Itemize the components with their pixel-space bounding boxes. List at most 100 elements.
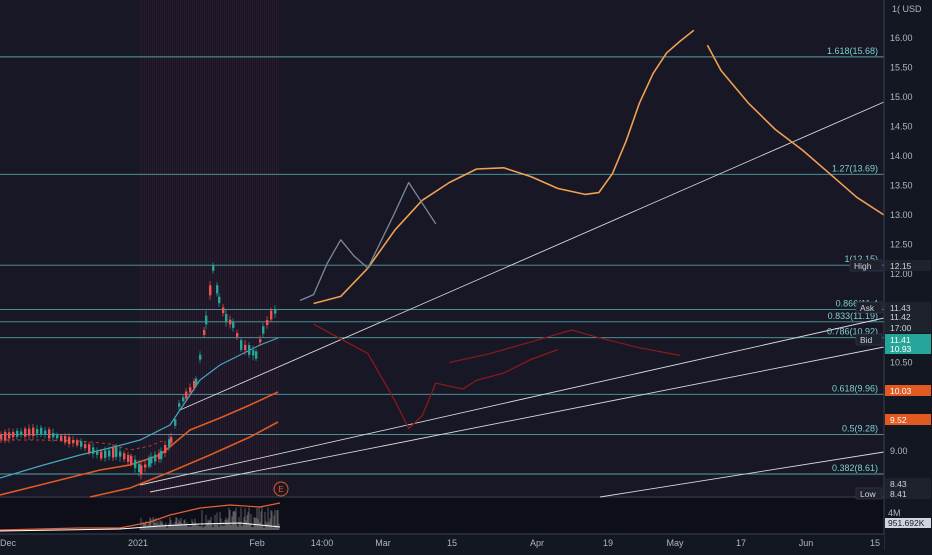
history-stripe xyxy=(156,0,157,497)
candle-body xyxy=(8,432,11,439)
history-stripe xyxy=(216,0,217,497)
history-stripe xyxy=(264,0,265,497)
history-stripe xyxy=(240,0,241,497)
y-tick-label: 14.00 xyxy=(890,151,913,161)
candle-body xyxy=(160,450,163,460)
candle-body xyxy=(205,315,208,325)
badge-value: 11.42 xyxy=(890,312,911,322)
candle-body xyxy=(259,339,262,343)
y-tick-label: 15.50 xyxy=(890,63,913,73)
y-tick-label: 14.50 xyxy=(890,122,913,132)
candle-body xyxy=(4,431,7,441)
candle-body xyxy=(115,447,118,457)
candle-body xyxy=(195,378,198,386)
history-stripe xyxy=(204,0,205,497)
history-stripe xyxy=(202,0,203,497)
candle-body xyxy=(140,465,143,475)
history-stripe xyxy=(186,0,187,497)
history-stripe xyxy=(260,0,261,497)
candle-body xyxy=(150,456,153,464)
event-marker-label: E xyxy=(278,485,283,494)
history-stripe xyxy=(230,0,231,497)
x-tick-label: 14:00 xyxy=(311,538,334,548)
chart-svg[interactable]: 1.618(15.68)1.27(13.69)1(12.15)0.866(11.… xyxy=(0,0,932,550)
candle-body xyxy=(108,450,111,457)
history-stripe xyxy=(152,0,153,497)
history-stripe xyxy=(162,0,163,497)
candle-body xyxy=(270,310,273,320)
candle-body xyxy=(262,326,265,334)
candle-body xyxy=(274,309,277,314)
history-stripe xyxy=(226,0,227,497)
history-stripe xyxy=(220,0,221,497)
candle-body xyxy=(170,437,173,443)
candle-body xyxy=(48,429,51,439)
x-tick-label: Apr xyxy=(530,538,544,548)
candle-body xyxy=(127,454,130,462)
candle-body xyxy=(130,455,133,465)
candle-body xyxy=(36,429,39,434)
x-tick-label: 17 xyxy=(736,538,746,548)
history-stripe xyxy=(200,0,201,497)
history-stripe xyxy=(248,0,249,497)
candle-body xyxy=(72,439,75,444)
history-stripe xyxy=(262,0,263,497)
fib-label: 0.618(9.96) xyxy=(832,383,878,393)
history-stripe xyxy=(154,0,155,497)
badge-value: 17:00 xyxy=(890,323,912,333)
history-stripe xyxy=(158,0,159,497)
candle-body xyxy=(174,419,177,426)
history-stripe xyxy=(218,0,219,497)
history-stripe xyxy=(184,0,185,497)
candle-body xyxy=(12,431,15,438)
history-stripe xyxy=(256,0,257,497)
history-stripe xyxy=(182,0,183,497)
history-stripe xyxy=(198,0,199,497)
candle-body xyxy=(28,428,31,436)
history-stripe xyxy=(166,0,167,497)
history-stripe xyxy=(146,0,147,497)
candle-body xyxy=(88,444,91,453)
candle-body xyxy=(76,440,79,446)
candle-body xyxy=(154,454,157,462)
history-stripe xyxy=(194,0,195,497)
history-stripe xyxy=(274,0,275,497)
candle-body xyxy=(189,387,192,393)
candle-body xyxy=(236,333,239,337)
history-stripe xyxy=(170,0,171,497)
volume-axis-label: 951.692K xyxy=(888,518,925,528)
badge-label: Bid xyxy=(860,335,873,345)
y-tick-label: 12.50 xyxy=(890,240,913,250)
history-stripe xyxy=(270,0,271,497)
candle-body xyxy=(56,435,59,439)
history-stripe xyxy=(238,0,239,497)
candle-body xyxy=(164,444,167,454)
history-stripe xyxy=(246,0,247,497)
x-tick-label: 15 xyxy=(447,538,457,548)
candle-body xyxy=(266,320,269,325)
history-stripe xyxy=(140,0,141,497)
fib-label: 1.27(13.69) xyxy=(832,163,878,173)
candle-body xyxy=(248,345,251,355)
candle-body xyxy=(80,441,83,447)
badge-label: Ask xyxy=(860,303,875,313)
candle-body xyxy=(92,447,95,454)
badge-value: 12.15 xyxy=(890,261,912,271)
history-stripe xyxy=(228,0,229,497)
candle-body xyxy=(218,296,221,304)
y-tick-label: 16.00 xyxy=(890,33,913,43)
candle-body xyxy=(44,430,47,435)
plot-area xyxy=(0,0,884,497)
candle-body xyxy=(222,307,225,314)
candle-body xyxy=(16,430,19,437)
chart[interactable]: 1.618(15.68)1.27(13.69)1(12.15)0.866(11.… xyxy=(0,0,932,550)
candle-body xyxy=(32,427,35,436)
history-stripe xyxy=(244,0,245,497)
fib-label: 1.618(15.68) xyxy=(827,46,878,56)
candle-body xyxy=(203,329,206,335)
history-stripe xyxy=(142,0,143,497)
history-stripe xyxy=(268,0,269,497)
candle-body xyxy=(178,403,181,407)
badge-value: 10.93 xyxy=(890,344,912,354)
candle-body xyxy=(24,428,27,437)
